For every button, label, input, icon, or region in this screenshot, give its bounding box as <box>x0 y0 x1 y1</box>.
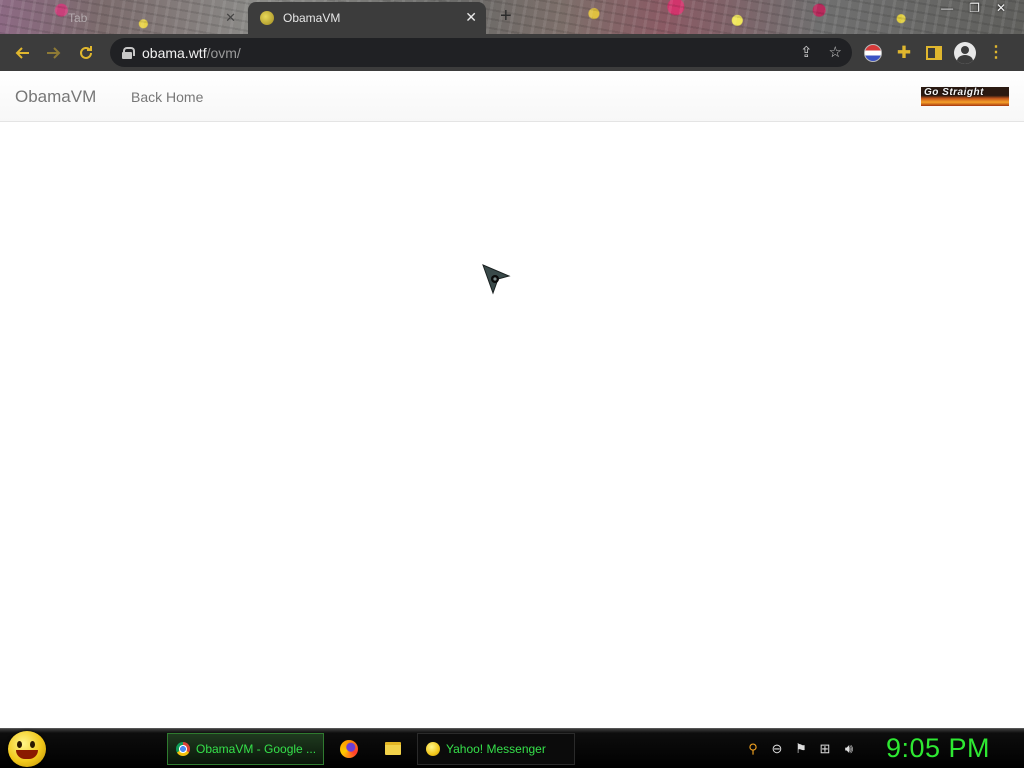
minimize-button[interactable]: — <box>941 1 953 15</box>
site-navbar: ObamaVM Back Home Go Straight <box>0 71 1024 122</box>
system-tray: ⚲ ⊖ ⚑ ⊞ 🔊︎ <box>745 741 857 757</box>
extension-flag-icon[interactable] <box>864 44 882 62</box>
lock-icon[interactable] <box>122 46 135 59</box>
puzzle-icon[interactable]: ✚ <box>894 43 914 63</box>
status-icon[interactable]: ⊖ <box>769 741 785 757</box>
favicon-icon <box>260 11 274 25</box>
forward-icon[interactable] <box>43 42 65 64</box>
share-icon[interactable]: ⇪ <box>800 44 813 61</box>
side-panel-icon[interactable] <box>926 46 942 60</box>
address-bar[interactable]: obama.wtf /ovm/ ⇪ ☆ <box>110 38 852 67</box>
tab-close-icon[interactable]: ✕ <box>225 10 236 26</box>
firefox-icon[interactable] <box>340 740 358 758</box>
reload-icon[interactable] <box>75 42 97 64</box>
back-home-link[interactable]: Back Home <box>131 89 203 105</box>
taskbar-clock[interactable]: 9:05 PM <box>886 733 990 764</box>
tab-obamavm[interactable]: ObamaVM ✕ <box>248 2 486 34</box>
go-straight-banner[interactable]: Go Straight <box>921 87 1009 106</box>
volume-icon[interactable]: 🔊︎ <box>841 741 857 757</box>
window-controls: — ❐ ✕ <box>941 1 1006 15</box>
taskbar-item-chrome[interactable]: ObamaVM - Google ... <box>167 733 324 765</box>
back-icon[interactable] <box>11 42 33 64</box>
new-tab-button[interactable]: + <box>500 5 512 27</box>
search-icon[interactable]: ⚲ <box>745 741 761 757</box>
browser-toolbar: obama.wtf /ovm/ ⇪ ☆ ✚ ⋮ <box>0 34 1024 71</box>
chrome-icon <box>176 742 190 756</box>
page-content: ObamaVM Back Home Go Straight <box>0 71 1024 728</box>
restore-button[interactable]: ❐ <box>969 1 980 15</box>
action-center-flag-icon[interactable]: ⚑ <box>793 741 809 757</box>
yahoo-messenger-icon <box>426 742 440 756</box>
taskbar-item-label: ObamaVM - Google ... <box>196 742 317 756</box>
folder-icon[interactable] <box>385 742 401 755</box>
address-bar-actions: ⇪ ☆ <box>800 44 842 61</box>
brand-link[interactable]: ObamaVM <box>15 87 96 107</box>
url-host: obama.wtf <box>142 44 207 61</box>
network-icon[interactable]: ⊞ <box>817 741 833 757</box>
taskbar: ObamaVM - Google ... Yahoo! Messenger ⚲ … <box>0 728 1024 768</box>
profile-icon[interactable] <box>954 42 976 64</box>
tab-title: Tab <box>68 11 88 25</box>
extensions-area: ✚ ⋮ <box>864 42 1004 64</box>
url-path: /ovm/ <box>206 44 241 61</box>
mouse-cursor-icon <box>482 264 511 295</box>
star-icon[interactable]: ☆ <box>829 44 842 61</box>
taskbar-item-label: Yahoo! Messenger <box>446 742 546 756</box>
browser-titlebar: Tab ✕ ObamaVM ✕ + — ❐ ✕ <box>0 0 1024 34</box>
taskbar-item-yahoo[interactable]: Yahoo! Messenger <box>417 733 575 765</box>
tab-title: ObamaVM <box>283 11 341 25</box>
tab-inactive[interactable]: Tab ✕ <box>8 4 244 32</box>
tab-close-icon[interactable]: ✕ <box>465 9 477 26</box>
menu-icon[interactable]: ⋮ <box>988 44 1004 62</box>
start-button[interactable] <box>8 731 46 767</box>
close-window-button[interactable]: ✕ <box>996 1 1006 15</box>
